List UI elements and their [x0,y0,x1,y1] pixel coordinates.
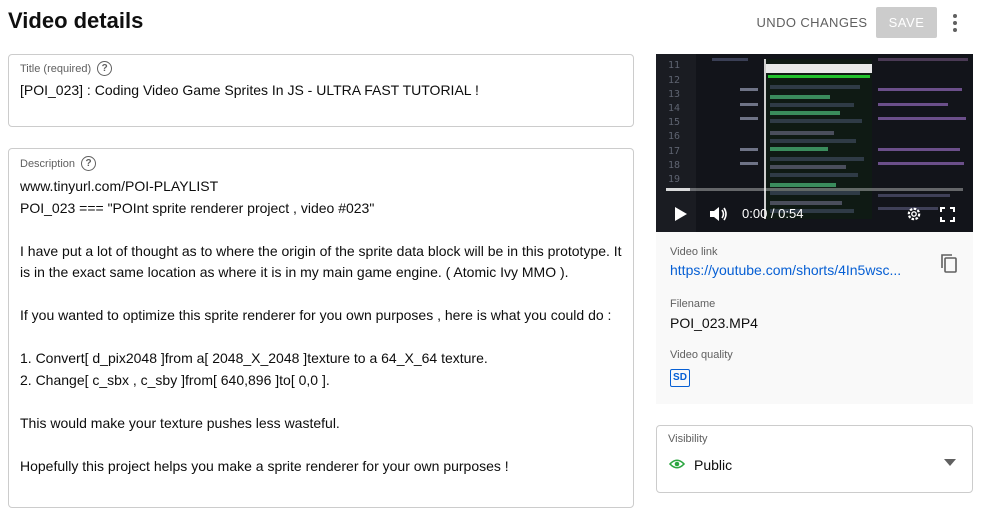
description-input[interactable]: www.tinyurl.com/POI-PLAYLIST POI_023 ===… [20,176,622,477]
video-progress-fill [666,188,690,191]
title-field-label: Title (required) [20,62,92,75]
sd-quality-badge: SD [670,369,690,387]
description-line: Hopefully this project helps you make a … [20,457,509,474]
help-icon[interactable]: ? [97,61,113,76]
description-line: 1. Convert[ d_pix2048 ]from a[ 2048_X_20… [20,350,488,366]
visibility-value: Public [694,457,733,473]
description-line: If you wanted to optimize this sprite re… [20,307,612,323]
description-line [20,434,622,456]
more-options-icon[interactable] [944,11,966,35]
title-input[interactable]: [POI_023] : Coding Video Game Sprites In… [20,82,479,98]
video-info-card: 11 12 13 14 15 16 17 18 19 0:00 / 0:54 V… [656,54,973,404]
chevron-down-icon [944,454,956,472]
visibility-label: Visibility [668,433,708,445]
title-field[interactable]: Title (required) ? [POI_023] : Coding Vi… [8,54,634,127]
description-line [20,284,622,306]
video-link[interactable]: https://youtube.com/shorts/4In5wsc... [670,262,918,278]
volume-icon[interactable] [708,205,728,228]
video-inset-screenshot [764,59,872,219]
filename: POI_023.MP4 [670,315,758,331]
description-line [20,327,622,349]
description-line: I have put a lot of thought as to where … [20,242,622,259]
video-link-label: Video link [670,246,718,258]
code-line-number: 19 [668,174,681,185]
undo-changes-button[interactable]: UNDO CHANGES [752,7,872,37]
description-line: 2. Change[ c_sbx , c_sby ]from[ 640,896 … [20,371,330,388]
copy-icon[interactable] [938,252,960,274]
filename-label: Filename [670,298,716,310]
video-progress-bar[interactable] [666,188,963,191]
description-line: www.tinyurl.com/POI-PLAYLIST [20,178,219,194]
code-line-number: 12 [668,75,681,86]
help-icon[interactable]: ? [81,156,97,171]
eye-icon [668,457,686,473]
code-line-number: 17 [668,146,681,157]
description-field-label: Description [20,157,76,170]
page-title: Video details [8,8,144,33]
video-quality-label: Video quality [670,349,733,361]
description-line [20,219,622,241]
code-line-number: 11 [668,60,681,71]
fullscreen-icon[interactable] [940,207,955,227]
description-line: POI_023 === "POInt sprite renderer proje… [20,199,375,216]
settings-icon[interactable] [906,206,922,227]
code-line-number: 16 [668,131,681,142]
video-player[interactable]: 11 12 13 14 15 16 17 18 19 0:00 / 0:54 [656,54,973,232]
video-time: 0:00 / 0:54 [742,206,804,221]
code-line-number: 15 [668,117,681,128]
code-line-number: 18 [668,160,681,171]
code-line-number: 14 [668,103,681,114]
visibility-dropdown[interactable]: Visibility Public [656,425,973,493]
save-button[interactable]: SAVE [876,7,937,38]
description-line: is in the exact same location as where i… [20,264,569,280]
description-line [20,391,622,413]
code-line-number: 13 [668,89,681,100]
description-line: This would make your texture pushes less… [20,414,340,431]
description-field[interactable]: Description ? www.tinyurl.com/POI-PLAYLI… [8,148,634,508]
play-icon[interactable] [674,206,688,227]
